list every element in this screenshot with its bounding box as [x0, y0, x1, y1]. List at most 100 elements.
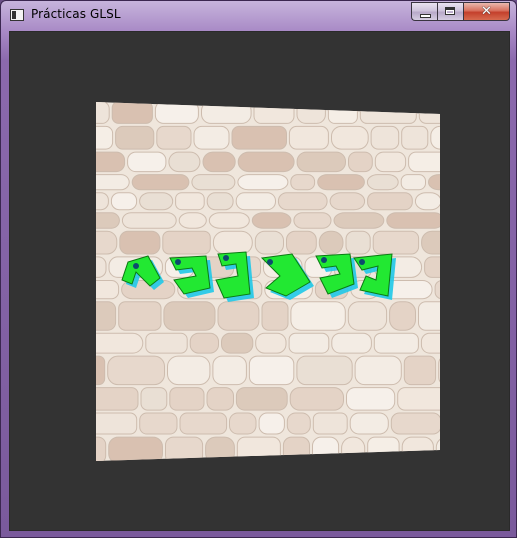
- stone: [96, 212, 120, 229]
- stone: [229, 412, 257, 435]
- stone: [290, 174, 316, 191]
- stone: [115, 125, 155, 150]
- window-title: Prácticas GLSL: [31, 7, 121, 21]
- stone: [139, 192, 174, 211]
- stone: [237, 151, 295, 173]
- stone: [312, 436, 340, 461]
- stone: [202, 151, 236, 173]
- stone: [296, 102, 326, 124]
- stone: [286, 230, 317, 255]
- stone: [438, 355, 440, 386]
- stone: [108, 436, 163, 461]
- stone: [212, 230, 253, 255]
- stone: [346, 387, 396, 411]
- stone: [205, 436, 235, 461]
- stone: [373, 332, 419, 354]
- stone: [96, 174, 130, 191]
- stone: [163, 301, 216, 331]
- stone: [175, 192, 205, 211]
- stone: [354, 355, 402, 386]
- stone: [254, 230, 285, 255]
- stone: [237, 174, 289, 191]
- stone: [420, 332, 440, 354]
- stone: [96, 280, 120, 300]
- stone: [333, 212, 385, 229]
- stone: [96, 125, 114, 150]
- stone: [400, 174, 427, 191]
- stone: [110, 192, 138, 211]
- stone: [96, 355, 106, 386]
- stone: [374, 151, 407, 173]
- stone: [296, 355, 353, 386]
- stone: [277, 192, 328, 211]
- stone: [212, 355, 247, 386]
- stone: [139, 412, 178, 435]
- stone: [206, 387, 234, 411]
- app-window: Prácticas GLSL ✕: [0, 0, 517, 538]
- close-icon: ✕: [481, 4, 492, 19]
- stone: [370, 125, 400, 150]
- render-canvas: [96, 102, 440, 461]
- maximize-button[interactable]: [437, 2, 463, 21]
- stone: [145, 332, 188, 354]
- stone: [293, 212, 332, 229]
- stone: [236, 436, 281, 461]
- stone: [367, 192, 413, 211]
- stone: [317, 174, 365, 191]
- stone: [421, 230, 440, 255]
- stone: [289, 387, 345, 411]
- stone: [367, 436, 400, 461]
- stone: [217, 301, 260, 331]
- close-button[interactable]: ✕: [463, 2, 510, 21]
- stone: [430, 125, 440, 150]
- glyph-dot: [359, 259, 365, 265]
- stone: [168, 151, 201, 173]
- stone: [401, 436, 434, 461]
- stone: [193, 125, 230, 150]
- stone: [331, 332, 372, 354]
- stone: [372, 230, 420, 255]
- stone: [414, 192, 440, 211]
- stone: [154, 102, 199, 124]
- stone: [178, 212, 207, 229]
- stone: [327, 102, 358, 124]
- stone: [118, 301, 162, 331]
- stone: [140, 387, 168, 411]
- stone: [288, 125, 329, 150]
- stone: [119, 230, 161, 255]
- stone: [251, 212, 292, 229]
- stone: [253, 102, 295, 124]
- stone: [366, 174, 399, 191]
- stone: [341, 436, 366, 461]
- stone: [261, 301, 289, 331]
- window-controls: ✕: [411, 2, 510, 21]
- stone: [96, 256, 107, 278]
- stone: [318, 230, 344, 255]
- glyph-dot: [175, 259, 181, 265]
- stone: [329, 192, 366, 211]
- stone: [312, 412, 348, 435]
- minimize-button[interactable]: [411, 2, 437, 21]
- glyph-dot: [133, 263, 139, 269]
- gl-viewport[interactable]: [9, 31, 510, 531]
- stone: [206, 192, 234, 211]
- stone: [169, 387, 205, 411]
- title-bar[interactable]: Prácticas GLSL ✕: [1, 1, 516, 31]
- stone: [282, 436, 310, 461]
- stone: [235, 192, 276, 211]
- stone: [418, 102, 440, 124]
- stone: [389, 301, 417, 331]
- stone: [96, 412, 138, 435]
- stone: [111, 102, 153, 124]
- stone: [418, 301, 440, 331]
- minimize-icon: [420, 14, 431, 18]
- stone: [348, 151, 373, 173]
- stone: [189, 332, 219, 354]
- stone: [96, 192, 109, 211]
- stone: [248, 355, 295, 386]
- stone: [288, 332, 330, 354]
- stone: [162, 230, 211, 255]
- stone: [231, 125, 287, 150]
- stone: [408, 151, 440, 173]
- app-window-icon[interactable]: [10, 9, 24, 21]
